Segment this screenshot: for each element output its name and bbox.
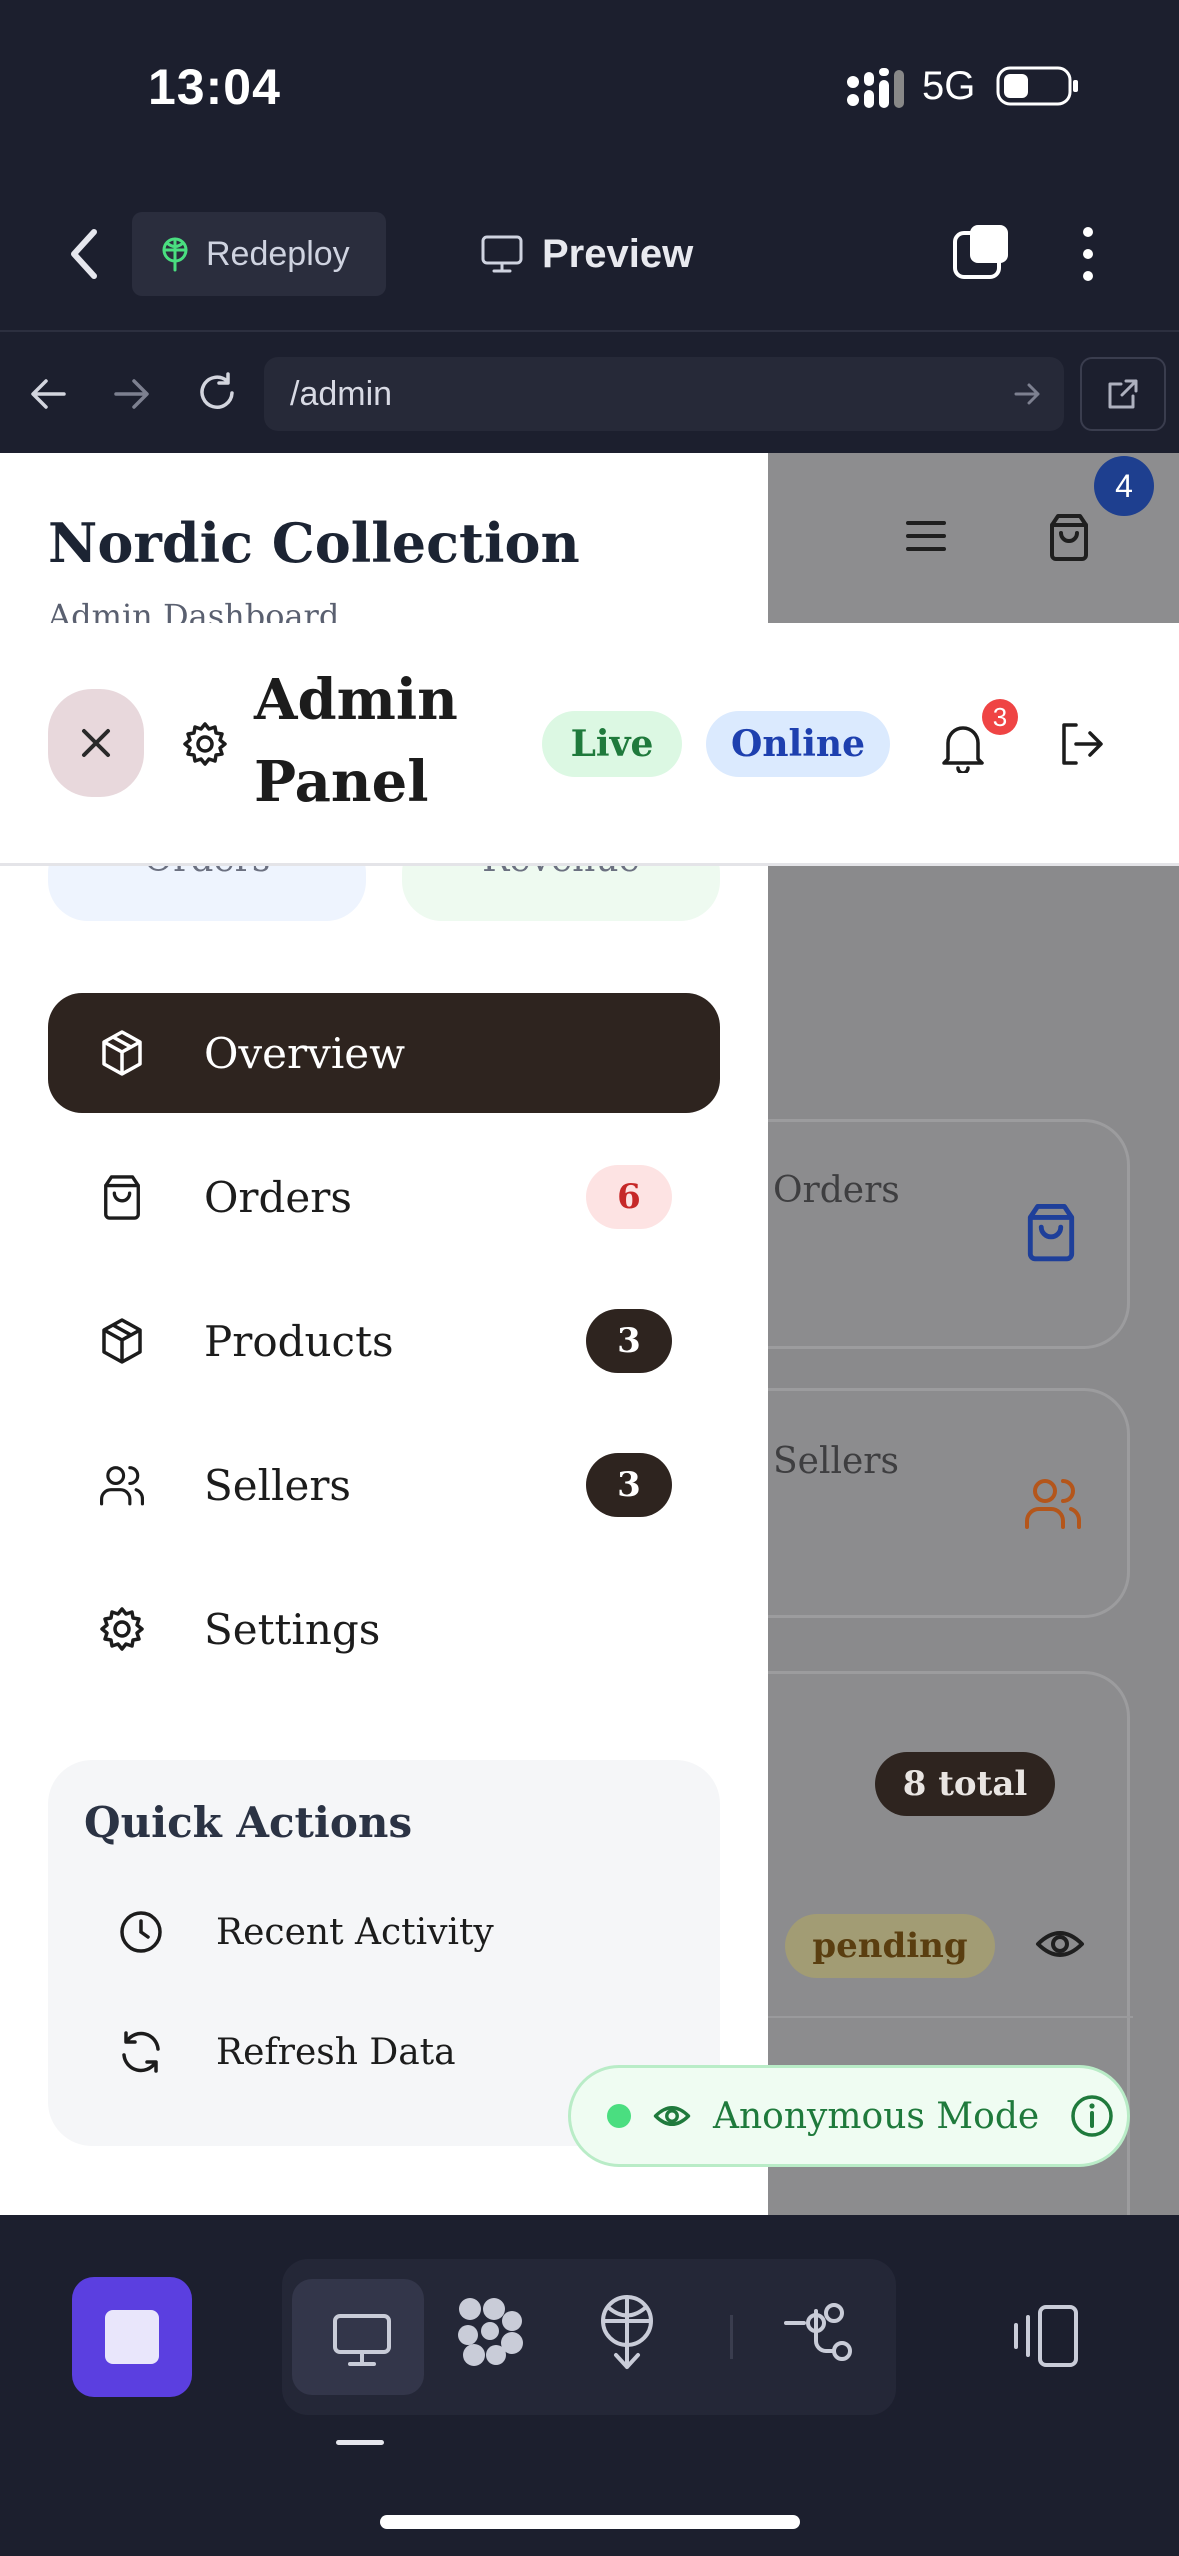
page-viewport: 4 Orders Sellers 8 total pending Nordic …: [0, 453, 1179, 2215]
notifications-button[interactable]: 3: [936, 699, 1018, 781]
anonymous-mode-label: Anonymous Mode: [713, 2095, 1040, 2137]
users-icon: [1023, 1475, 1083, 1531]
sidebar-item-label: Settings: [204, 1604, 381, 1654]
eye-icon: [653, 2101, 691, 2131]
quick-actions-title: Quick Actions: [84, 1798, 413, 1847]
gear-icon: [92, 1606, 152, 1652]
cart-icon: [1046, 513, 1092, 561]
url-input[interactable]: /admin: [264, 357, 1064, 431]
network-label: 5G: [922, 64, 976, 108]
monitor-icon: [332, 2313, 392, 2367]
tabs-icon[interactable]: [952, 222, 1012, 282]
more-vertical-icon[interactable]: [1080, 226, 1096, 282]
box-icon: [92, 1029, 152, 1077]
admin-title-line1: Admin: [254, 667, 458, 733]
admin-panel-title: Admin Panel: [254, 659, 458, 823]
switcher-divider: [730, 2315, 733, 2359]
stop-button[interactable]: [72, 2277, 192, 2397]
close-sidebar-button[interactable]: [48, 689, 144, 797]
total-count-pill: 8 total: [875, 1752, 1055, 1816]
brand-title: Nordic Collection: [48, 511, 580, 575]
notification-count-badge: 3: [982, 699, 1018, 735]
open-external-button[interactable]: [1080, 357, 1166, 431]
status-dot: [607, 2104, 631, 2128]
url-text: /admin: [290, 374, 393, 413]
view-deploy-button[interactable]: [592, 2291, 682, 2381]
git-branch-icon: [782, 2299, 872, 2369]
cart-count-badge: 4: [1094, 456, 1154, 516]
sidebar-item-sellers[interactable]: Sellers 3: [48, 1425, 720, 1545]
home-indicator: [380, 2515, 800, 2529]
sidebar-item-label: Orders: [204, 1172, 352, 1222]
eye-icon: [1035, 1924, 1085, 1964]
admin-panel-header: Admin Panel Live Online 3: [0, 623, 1179, 866]
bottom-toolbar: [0, 2215, 1179, 2556]
orders-count-badge: 6: [586, 1165, 672, 1229]
anonymous-mode-badge[interactable]: Anonymous Mode: [568, 2065, 1130, 2167]
sellers-count-badge: 3: [586, 1453, 672, 1517]
live-status-tag: Live: [542, 711, 682, 777]
close-icon: [79, 726, 113, 760]
info-icon[interactable]: [1069, 2093, 1115, 2139]
sidebar-item-label: Overview: [204, 1028, 406, 1078]
sidebar-item-label: Products: [204, 1316, 394, 1366]
users-icon: [92, 1463, 152, 1507]
browser-back-icon[interactable]: [28, 374, 68, 414]
deploy-icon: [592, 2291, 682, 2371]
redeploy-label: Redeploy: [206, 234, 350, 273]
battery-icon: [996, 64, 1080, 108]
redeploy-icon: [158, 236, 192, 272]
status-pending-pill: pending: [785, 1914, 995, 1978]
signal-icon: [845, 66, 907, 112]
preview-tab[interactable]: Preview: [480, 222, 693, 286]
active-indicator: [336, 2440, 384, 2445]
device-toggle-icon[interactable]: [1010, 2303, 1082, 2369]
back-chevron-icon[interactable]: [64, 226, 104, 282]
preview-label: Preview: [542, 231, 694, 276]
sidebar-item-settings[interactable]: Settings: [48, 1569, 720, 1689]
quick-action-recent-activity[interactable]: Recent Activity: [82, 1884, 686, 1980]
sidebar-item-label: Sellers: [204, 1460, 351, 1510]
clock-icon: [118, 1909, 164, 1955]
view-canvas-button[interactable]: [450, 2291, 540, 2381]
browser-forward-icon[interactable]: [112, 374, 152, 414]
stop-square-icon: [105, 2310, 159, 2364]
sidebar-item-products[interactable]: Products 3: [48, 1281, 720, 1401]
toolbar-divider: [0, 330, 1179, 332]
sellers-card-label: Sellers: [773, 1441, 899, 1482]
quick-action-label: Refresh Data: [216, 2031, 456, 2073]
shopping-bag-icon: [1023, 1202, 1079, 1262]
menu-icon: [906, 519, 946, 553]
canvas-icon: [450, 2291, 540, 2371]
view-flow-button[interactable]: [782, 2299, 872, 2379]
admin-title-line2: Panel: [254, 749, 429, 815]
view-switcher: [282, 2259, 896, 2415]
monitor-icon: [480, 234, 524, 274]
status-time: 13:04: [148, 59, 281, 115]
sidebar-item-overview[interactable]: Overview: [48, 993, 720, 1113]
logout-icon[interactable]: [1058, 721, 1106, 767]
go-arrow-icon[interactable]: [1014, 381, 1042, 407]
reload-icon[interactable]: [194, 370, 240, 416]
box-icon: [92, 1317, 152, 1365]
redeploy-button[interactable]: Redeploy: [132, 212, 386, 296]
bell-icon: [940, 721, 986, 773]
view-desktop-button[interactable]: [292, 2279, 424, 2395]
quick-action-label: Recent Activity: [216, 1911, 494, 1953]
shopping-bag-icon: [92, 1173, 152, 1221]
refresh-icon: [118, 2029, 164, 2075]
products-count-badge: 3: [586, 1309, 672, 1373]
gear-icon: [182, 721, 228, 767]
sidebar-item-orders[interactable]: Orders 6: [48, 1137, 720, 1257]
external-link-icon: [1105, 376, 1141, 412]
online-status-tag: Online: [706, 711, 890, 777]
orders-card-label: Orders: [773, 1170, 900, 1211]
